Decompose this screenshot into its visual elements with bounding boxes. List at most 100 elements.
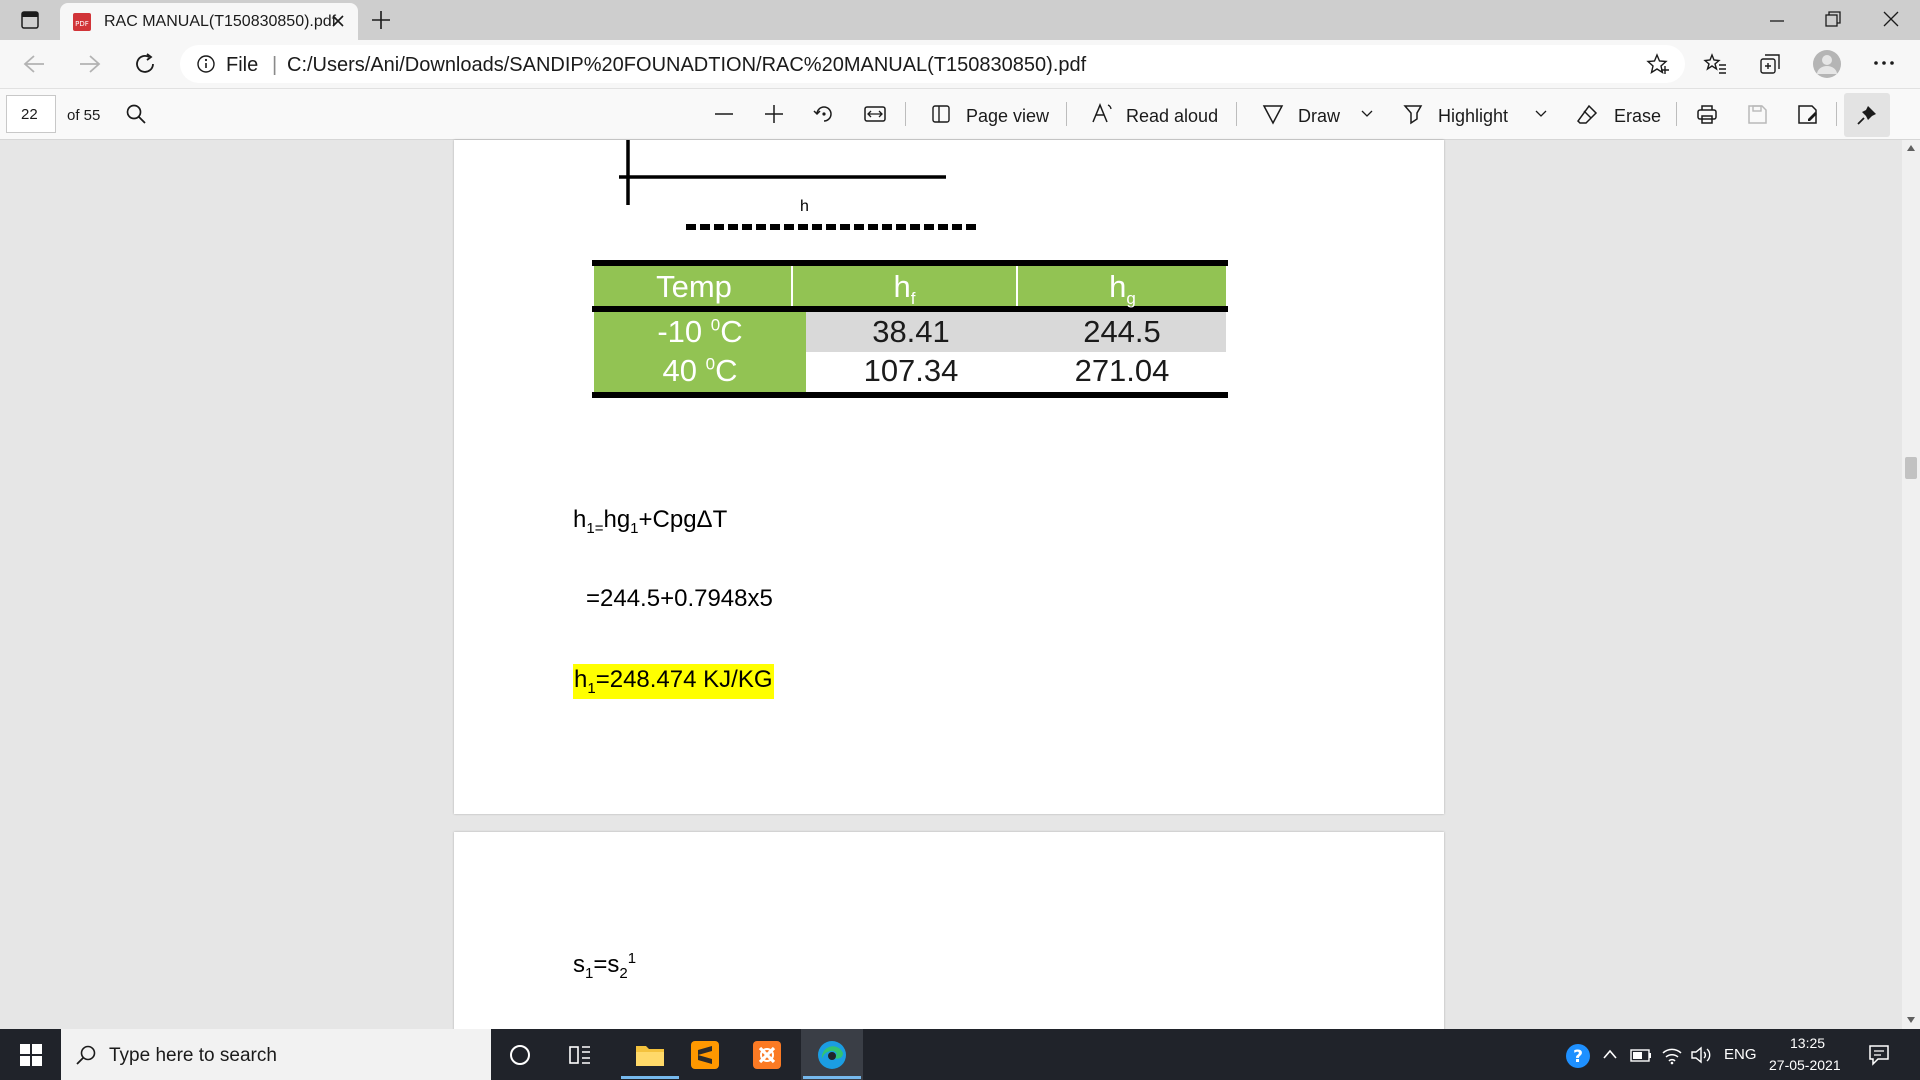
refresh-icon[interactable] [133,52,157,76]
save-icon[interactable] [1746,103,1768,125]
table-cell-temp: 40 0C [662,353,738,388]
zoom-in-icon[interactable] [763,103,785,125]
rotate-icon[interactable] [813,103,835,125]
tab-actions-icon[interactable] [20,10,40,30]
search-icon [75,1044,97,1066]
chevron-down-icon[interactable] [1534,109,1548,119]
toolbar-divider [1236,102,1237,126]
address-bar[interactable]: File | C:/Users/Ani/Downloads/SANDIP%20F… [180,45,1685,83]
draw-button[interactable]: Draw [1298,106,1340,127]
clock-time[interactable]: 13:25 [1790,1035,1825,1051]
back-icon[interactable] [22,53,46,75]
pin-toolbar-button[interactable] [1844,93,1890,137]
taskbar-search-box[interactable]: Type here to search [61,1029,491,1080]
ph-diagram-fragment [619,140,959,205]
enthalpy-table: Temp hf hg -10 0C 38.41 244.5 40 0C 107.… [592,260,1228,400]
collections-icon[interactable] [1758,52,1782,76]
show-hidden-icons-icon[interactable] [1602,1048,1618,1060]
address-scheme-label: File [226,54,259,76]
language-indicator[interactable]: ENG [1724,1046,1757,1063]
pdf-file-icon: PDF [72,12,92,32]
minimize-icon[interactable] [1768,12,1786,30]
save-as-icon[interactable] [1796,103,1818,125]
cortana-icon[interactable] [508,1043,532,1067]
formula-result-highlighted: h1=248.474 KJ/KG [573,664,774,699]
formula-result-text: h1=248.474 KJ/KG [574,666,773,697]
new-tab-icon[interactable] [370,9,392,31]
table-cell-hf: 38.41 [872,314,950,349]
toolbar-divider [1066,102,1067,126]
address-separator: | [272,54,278,76]
scroll-up-icon[interactable] [1906,144,1916,152]
battery-icon[interactable] [1630,1046,1652,1064]
help-icon[interactable]: ? [1564,1042,1592,1070]
edge-taskbar-button[interactable] [801,1029,863,1080]
draw-icon[interactable] [1262,103,1284,125]
page-view-icon[interactable] [930,103,952,125]
close-tab-icon[interactable] [330,13,346,29]
formula-h1: h1=hg1+CpgΔT [573,506,727,537]
edge-browser-icon [816,1039,848,1071]
page-view-button[interactable]: Page view [966,106,1049,127]
info-icon[interactable] [196,54,216,74]
zoom-out-icon[interactable] [713,103,735,125]
more-options-icon[interactable] [1872,58,1896,68]
close-window-icon[interactable] [1882,10,1900,28]
page-number-input[interactable]: 22 [6,95,56,133]
page-total: of 55 [67,107,101,124]
chevron-down-icon[interactable] [1360,109,1374,119]
url-text[interactable]: C:/Users/Ani/Downloads/SANDIP%20FOUNADTI… [287,54,1086,77]
notifications-icon[interactable] [1868,1044,1890,1066]
file-explorer-taskbar-button[interactable] [619,1029,681,1080]
erase-icon[interactable] [1576,103,1598,125]
svg-text:?: ? [1573,1047,1583,1067]
degree-mark: 0 [705,354,716,374]
degree-mark: 0 [710,315,721,335]
read-aloud-button[interactable]: Read aloud [1126,106,1218,127]
formula-h1-text: h1=hg1+CpgΔT [573,506,728,537]
formula-substitution-text: =244.5+0.7948x5 [586,585,773,612]
header-hf-sub: f [910,289,916,309]
wifi-icon[interactable] [1661,1045,1683,1065]
xampp-icon[interactable] [752,1040,782,1070]
print-icon[interactable] [1696,103,1718,125]
svg-text:PDF: PDF [75,20,89,28]
highlight-button[interactable]: Highlight [1438,106,1508,127]
highlight-icon[interactable] [1402,103,1424,125]
table-cell-temp: -10 0C [657,314,743,349]
header-temp: Temp [656,269,732,304]
toolbar-divider [1836,102,1837,126]
restore-icon[interactable] [1824,10,1842,28]
table-cell-hg: 244.5 [1083,314,1161,349]
scroll-down-icon[interactable] [1906,1016,1916,1024]
profile-avatar[interactable] [1812,49,1842,79]
table-cell-hg: 271.04 [1074,353,1170,388]
pdf-page-22: h h1=hg1+CpgΔT =244.5+0.7948x5 h1=248.47… [454,140,1444,814]
windows-start-icon[interactable] [20,1044,42,1066]
search-icon[interactable] [125,103,147,125]
clock-date[interactable]: 27-05-2021 [1769,1057,1841,1073]
header-hf: hf [893,269,916,309]
task-view-icon[interactable] [568,1043,592,1067]
title-bar: PDF RAC MANUAL(T150830850).pdf [0,0,1920,40]
sublime-text-icon[interactable] [690,1040,720,1070]
toolbar-divider [1676,102,1677,126]
tab-pdf[interactable]: PDF RAC MANUAL(T150830850).pdf [60,3,358,40]
scrollbar-thumb[interactable] [1905,457,1917,479]
favorites-icon[interactable] [1702,52,1728,76]
diagram-axis-label: h [800,198,809,215]
volume-icon[interactable] [1690,1045,1712,1065]
pdf-page-23: s1=s21 [454,832,1444,1032]
forward-icon[interactable] [78,53,102,75]
formula-entropy-text: s1=s21 [573,950,637,982]
add-favorite-icon[interactable] [1646,53,1670,75]
table-bottom-rule [592,392,1228,398]
read-aloud-icon[interactable] [1090,102,1114,124]
fit-to-width-icon[interactable] [863,103,887,125]
cropped-heading-remnant [686,224,978,230]
erase-button[interactable]: Erase [1614,106,1661,127]
header-hg: hg [1109,269,1136,309]
page-number-value: 22 [21,106,38,123]
vertical-scrollbar[interactable] [1902,140,1920,1029]
tab-title: RAC MANUAL(T150830850).pdf [104,13,337,30]
